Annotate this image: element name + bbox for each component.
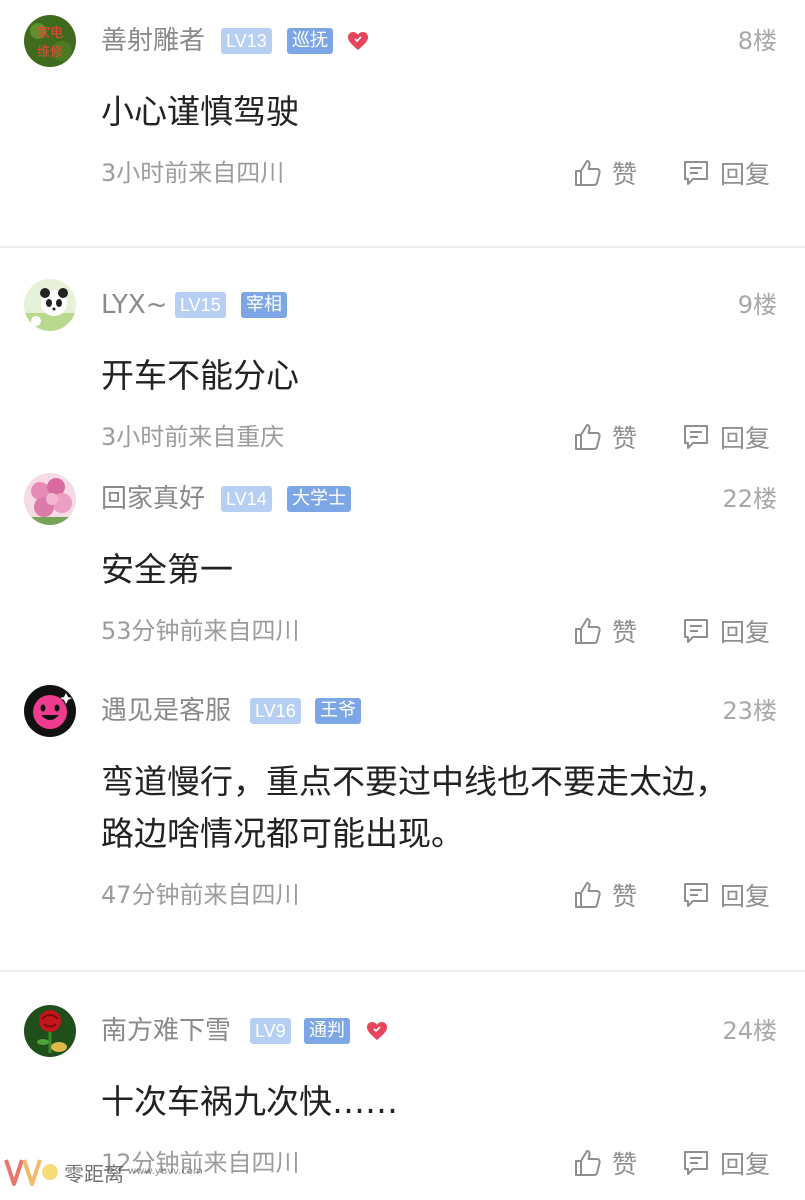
comment-bubble-icon (684, 161, 708, 185)
comment-meta: 53分钟前来自四川 (101, 617, 300, 645)
thumbs-up-icon (575, 1150, 601, 1176)
watermark: 零距离 www.ybvv.com (4, 1152, 203, 1192)
heart-icon (348, 32, 368, 50)
thumbs-up-icon (575, 424, 601, 450)
username[interactable]: 南方难下雪 (101, 1016, 231, 1046)
title-badge: 宰相 (241, 292, 287, 318)
level-badge: LV16 (250, 698, 301, 724)
like-button[interactable]: 赞 (572, 613, 637, 649)
floor-number: 24楼 (722, 1017, 777, 1045)
comment-text: 小心谨慎驾驶 (101, 92, 299, 131)
avatar[interactable] (24, 685, 76, 737)
comment-meta: 47分钟前来自四川 (101, 881, 300, 909)
heart-icon (367, 1022, 387, 1040)
comment-bubble-icon (684, 619, 708, 643)
avatar[interactable] (24, 279, 76, 331)
comment-text: 弯道慢行，重点不要过中线也不要走太边，路边啥情况都可能出现。 (101, 762, 728, 853)
comment-text: 安全第一 (101, 550, 233, 589)
watermark-logo-icon (4, 1159, 58, 1186)
username[interactable]: 遇见是客服 (101, 696, 231, 726)
like-label: 赞 (612, 160, 638, 189)
thumbs-up-icon (575, 618, 601, 644)
like-label: 赞 (612, 424, 638, 453)
reply-button[interactable]: 回复 (680, 155, 770, 191)
title-badge: 巡抚 (287, 28, 333, 54)
floor-number: 22楼 (722, 485, 777, 513)
comment-bubble-icon (684, 1151, 708, 1175)
svg-text:维修: 维修 (37, 45, 63, 60)
like-button[interactable]: 赞 (572, 155, 637, 191)
reply-label: 回复 (720, 1150, 771, 1179)
floor-number: 8楼 (737, 27, 777, 55)
comment-text: 十次车祸九次快…… (101, 1082, 398, 1121)
comment-item-floor-23: 遇见是客服 LV16 王爷 23楼 弯道慢行，重点不要过中线也不要走太边，路边啥… (0, 668, 805, 970)
watermark-url: www.ybvv.com (128, 1166, 203, 1177)
comment-text: 开车不能分心 (101, 356, 299, 395)
reply-button[interactable]: 回复 (680, 419, 770, 455)
thumbs-up-icon (575, 882, 601, 908)
like-label: 赞 (612, 882, 638, 911)
comment-item-floor-9: LYX~ LV15 宰相 9楼 开车不能分心 3小时前来自重庆 赞 回复 (0, 248, 805, 468)
floor-number: 9楼 (737, 291, 777, 319)
title-badge: 王爷 (315, 698, 361, 724)
reply-button[interactable]: 回复 (680, 613, 770, 649)
reply-button[interactable]: 回复 (680, 1145, 770, 1181)
comment-bubble-icon (684, 425, 708, 449)
comment-item-floor-22: 回家真好 LV14 大学士 22楼 安全第一 53分钟前来自四川 赞 回复 (0, 468, 805, 668)
avatar[interactable] (24, 1005, 76, 1057)
reply-label: 回复 (720, 424, 771, 453)
username[interactable]: 回家真好 (101, 484, 205, 514)
comment-meta: 3小时前来自重庆 (101, 423, 285, 451)
level-badge: LV13 (221, 28, 272, 54)
avatar[interactable] (24, 473, 76, 525)
username[interactable]: LYX~ (101, 290, 168, 320)
thumbs-up-icon (575, 160, 601, 186)
comment-meta: 3小时前来自四川 (101, 159, 285, 187)
comment-item-floor-8: 家电 维修 善射雕者 LV13 巡抚 8楼 小心谨慎驾驶 3小时前来自四川 赞 … (0, 0, 805, 245)
like-button[interactable]: 赞 (572, 877, 637, 913)
title-badge: 通判 (304, 1018, 350, 1044)
reply-label: 回复 (720, 618, 771, 647)
like-button[interactable]: 赞 (572, 419, 637, 455)
like-label: 赞 (612, 618, 638, 647)
like-label: 赞 (612, 1150, 638, 1179)
level-badge: LV14 (221, 486, 272, 512)
watermark-name: 零距离 (64, 1161, 124, 1186)
level-badge: LV15 (175, 292, 226, 318)
avatar[interactable]: 家电 维修 (24, 15, 76, 67)
like-button[interactable]: 赞 (572, 1145, 637, 1181)
title-badge: 大学士 (287, 486, 351, 512)
reply-label: 回复 (720, 882, 771, 911)
reply-label: 回复 (720, 160, 771, 189)
level-badge: LV9 (250, 1018, 291, 1044)
comment-bubble-icon (684, 883, 708, 907)
floor-number: 23楼 (722, 697, 777, 725)
reply-button[interactable]: 回复 (680, 877, 770, 913)
username[interactable]: 善射雕者 (101, 26, 205, 56)
svg-text:家电: 家电 (37, 25, 63, 41)
